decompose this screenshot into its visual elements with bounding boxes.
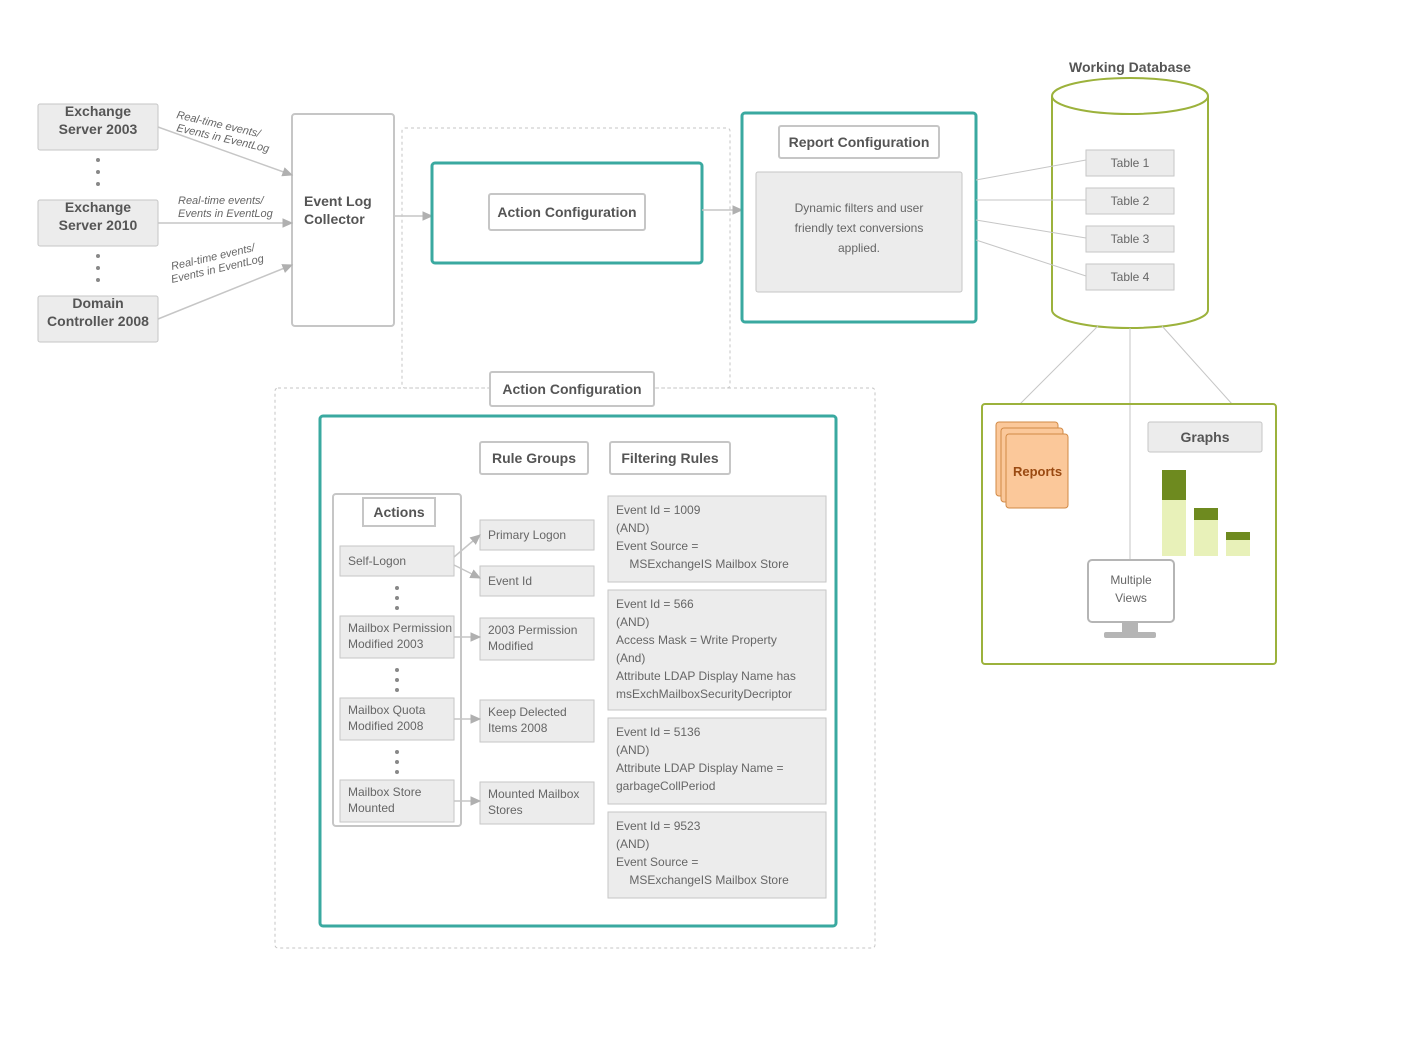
source-exchange-2010: ExchangeServer 2010 [38, 199, 158, 246]
action-item: Mailbox Permission [348, 621, 452, 635]
rule-text: (AND) [616, 615, 649, 629]
rule-text: garbageCollPeriod [616, 779, 715, 793]
action-item: Modified 2003 [348, 637, 424, 651]
rule-group-item: Stores [488, 803, 523, 817]
action-config-summary-title: Action Configuration [497, 204, 636, 220]
rule-text: MSExchangeIS Mailbox Store [616, 557, 789, 571]
action-item: Modified 2008 [348, 719, 424, 733]
rule-group-item: Items 2008 [488, 721, 548, 735]
db-table: Table 4 [1111, 270, 1150, 284]
rule-text: (AND) [616, 837, 649, 851]
report-desc: Dynamic filters and user [795, 201, 924, 215]
svg-text:Real-time events/: Real-time events/ [178, 195, 265, 207]
rule-group-item: Mounted Mailbox [488, 787, 579, 801]
rule-text: (And) [616, 651, 645, 665]
rule-text: Event Id = 9523 [616, 819, 701, 833]
rule-text: Access Mask = Write Property [616, 633, 777, 647]
source-exchange-2003: ExchangeServer 2003 [38, 103, 158, 150]
action-item: Mailbox Quota [348, 703, 426, 717]
rule-groups-header: Rule Groups [492, 450, 576, 466]
reports-card: Reports [996, 422, 1068, 508]
rule-text: msExchMailboxSecurityDecriptor [616, 687, 792, 701]
db-table: Table 2 [1111, 194, 1150, 208]
report-desc: applied. [838, 241, 880, 255]
rule-text: (AND) [616, 521, 649, 535]
reports-label: Reports [1013, 464, 1062, 479]
action-item: Mailbox Store [348, 785, 422, 799]
rule-group-item: 2003 Permission [488, 623, 577, 637]
graphs-card: Graphs [1148, 422, 1262, 556]
action-item: Self-Logon [348, 554, 406, 568]
graphs-label: Graphs [1180, 429, 1229, 445]
filtering-rules-header: Filtering Rules [621, 450, 718, 466]
rule-group-item: Keep Delected [488, 705, 567, 719]
rule-text: (AND) [616, 743, 649, 757]
rule-group-item: Primary Logon [488, 528, 566, 542]
action-config-detail-title: Action Configuration [502, 381, 641, 397]
rule-group-item: Modified [488, 639, 533, 653]
rule-group-item: Event Id [488, 574, 532, 588]
db-table: Table 1 [1111, 156, 1150, 170]
edge-label: Events in EventLog [178, 208, 274, 220]
multiviews-label: Views [1115, 591, 1147, 605]
actions-header: Actions [373, 504, 425, 520]
rule-text: Event Source = [616, 539, 698, 553]
multiple-views-card: Multiple Views [1088, 560, 1174, 638]
rule-text: Attribute LDAP Display Name has [616, 669, 796, 683]
rule-text: Event Id = 1009 [616, 503, 701, 517]
svg-text:Events in EventLog: Events in EventLog [178, 208, 274, 220]
rule-text: MSExchangeIS Mailbox Store [616, 873, 789, 887]
rule-text: Event Id = 5136 [616, 725, 701, 739]
rule-text: Event Source = [616, 855, 698, 869]
db-table: Table 3 [1111, 232, 1150, 246]
actions-column [333, 494, 461, 826]
rule-text: Attribute LDAP Display Name = [616, 761, 784, 775]
multiviews-label: Multiple [1110, 573, 1152, 587]
source-domain-controller: DomainController 2008 [38, 295, 158, 342]
report-config-title: Report Configuration [789, 134, 930, 150]
edge-label: Real-time events/ [178, 195, 265, 207]
action-item: Mounted [348, 801, 395, 815]
rule-text: Event Id = 566 [616, 597, 694, 611]
report-desc: friendly text conversions [795, 221, 924, 235]
database-title: Working Database [1069, 59, 1191, 75]
